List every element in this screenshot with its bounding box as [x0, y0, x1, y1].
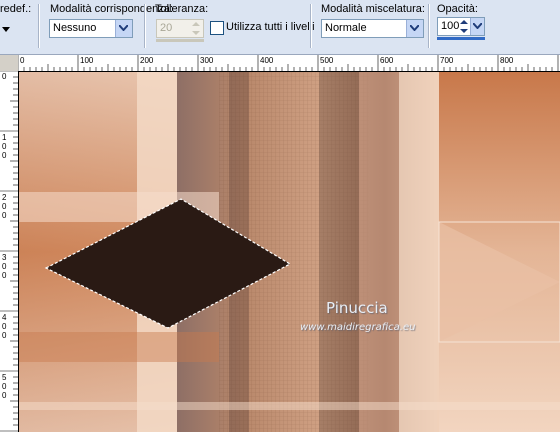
tolerance-label: Tolleranza:: [155, 3, 209, 15]
preset-dropdown-arrow[interactable]: [2, 24, 10, 32]
ruler-label: 0: [2, 72, 7, 81]
watermark-url: www.maidiregrafica.eu: [300, 322, 416, 333]
blend-mode-label: Modalità miscelatura:: [321, 3, 425, 15]
ruler-label: 500: [320, 56, 334, 65]
chevron-down-icon[interactable]: [115, 20, 132, 37]
ruler-label: 600: [380, 56, 394, 65]
ruler-corner: [0, 55, 18, 71]
separator: [38, 4, 40, 48]
blend-mode-select[interactable]: Normale: [321, 19, 424, 38]
preset-label: redef.:: [0, 3, 32, 15]
tolerance-input[interactable]: 20: [156, 19, 204, 38]
separator: [310, 4, 312, 48]
ruler-label: 100: [80, 56, 94, 65]
separator: [428, 4, 430, 48]
opacity-slider-track[interactable]: [437, 37, 485, 40]
ruler-label: 300: [200, 56, 214, 65]
horizontal-ruler: 0 100 200 300 400 500 600 700 800: [18, 55, 560, 72]
ruler-label: 300: [2, 253, 7, 280]
tool-options-bar: redef.: Modalità corrispondenza: Nessuno…: [0, 0, 560, 55]
ruler-label: 200: [140, 56, 154, 65]
opacity-input[interactable]: 100: [437, 17, 485, 36]
use-all-layers-label: Utilizza tutti i livelli: [226, 21, 315, 33]
separator: [144, 4, 146, 48]
match-mode-value: Nessuno: [53, 22, 97, 34]
tolerance-value: 20: [160, 22, 173, 34]
opacity-value: 100: [441, 20, 460, 32]
opacity-spinner-icon[interactable]: [458, 18, 470, 35]
document-image[interactable]: Pinuccia www.maidiregrafica.eu: [19, 72, 560, 432]
match-mode-select[interactable]: Nessuno: [49, 19, 133, 38]
ruler-label: 100: [2, 133, 7, 160]
ruler-label: 700: [440, 56, 454, 65]
blend-mode-value: Normale: [325, 22, 367, 34]
image-artwork: [19, 72, 560, 432]
ruler-label: 500: [2, 373, 7, 400]
canvas-area: 0 100 200 300 400 500 600 700 800 0 100 …: [0, 55, 560, 432]
tolerance-slider-track[interactable]: [156, 39, 204, 42]
watermark-name: Pinuccia: [326, 299, 388, 317]
ruler-label: 200: [2, 193, 7, 220]
use-all-layers-checkbox[interactable]: [210, 21, 224, 35]
ruler-label: 0: [20, 56, 25, 65]
tolerance-spinner-icon[interactable]: [190, 20, 202, 37]
ruler-label: 400: [260, 56, 274, 65]
ruler-label: 800: [500, 56, 514, 65]
chevron-down-icon[interactable]: [470, 18, 484, 35]
ruler-label: 400: [2, 313, 7, 340]
opacity-label: Opacità:: [437, 3, 478, 15]
ruler-ticks: [18, 55, 559, 71]
vertical-ruler: 0 100 200 300 400 500: [0, 71, 19, 432]
chevron-down-icon[interactable]: [406, 20, 423, 37]
